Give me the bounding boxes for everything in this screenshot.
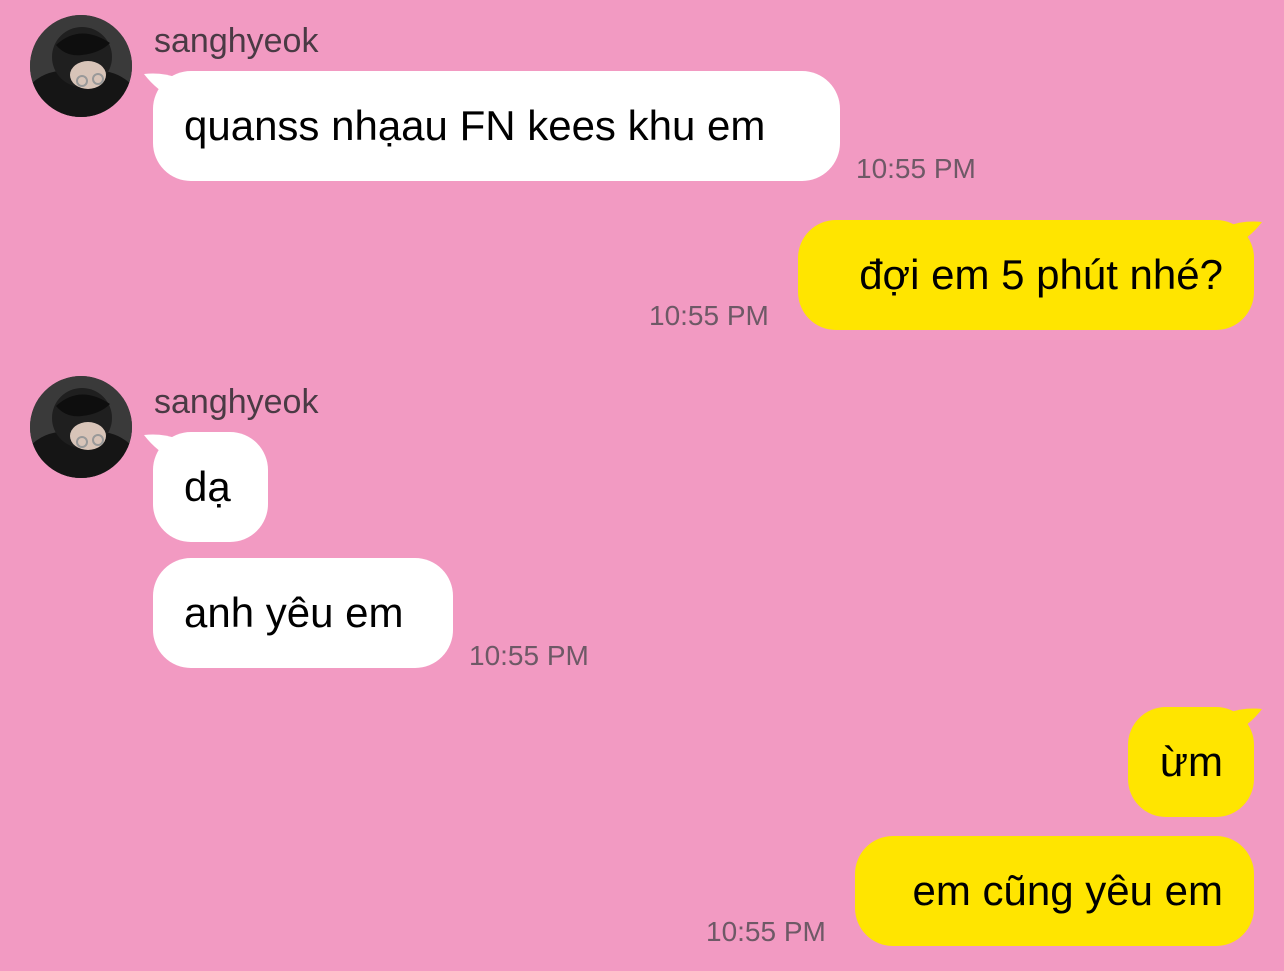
message-timestamp: 10:55 PM xyxy=(649,300,769,331)
outgoing-message-bubble[interactable]: ừm xyxy=(1128,707,1254,817)
incoming-message-bubble[interactable]: anh yêu em xyxy=(153,558,453,668)
message-timestamp: 10:55 PM xyxy=(469,640,589,671)
sender-name: sanghyeok xyxy=(154,383,319,421)
outgoing-message-bubble[interactable]: em cũng yêu em xyxy=(855,836,1254,946)
message-timestamp: 10:55 PM xyxy=(706,916,826,947)
sender-name: sanghyeok xyxy=(154,22,319,60)
message-timestamp: 10:55 PM xyxy=(856,153,976,184)
avatar-photo-icon xyxy=(30,376,132,478)
incoming-message-bubble[interactable]: dạ xyxy=(153,432,268,542)
sender-avatar[interactable] xyxy=(30,376,132,478)
incoming-message-bubble[interactable]: quanss nhạau FN kees khu em xyxy=(153,71,840,181)
sender-avatar[interactable] xyxy=(30,15,132,117)
outgoing-message-bubble[interactable]: đợi em 5 phút nhé? xyxy=(798,220,1254,330)
avatar-photo-icon xyxy=(30,15,132,117)
